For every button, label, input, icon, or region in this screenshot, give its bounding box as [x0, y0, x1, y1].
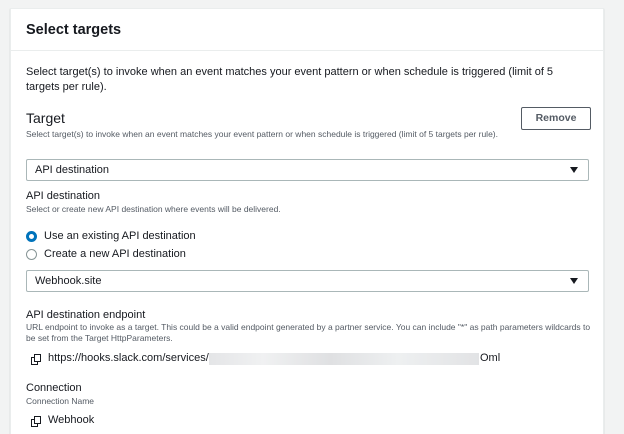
- copy-icon[interactable]: [31, 354, 42, 365]
- panel-title: Select targets: [26, 22, 122, 38]
- select-targets-panel: Select targets Select target(s) to invok…: [10, 8, 604, 434]
- api-destination-select[interactable]: Webhook.site: [26, 270, 589, 292]
- endpoint-url-row: https://hooks.slack.com/services/ Oml: [31, 352, 591, 366]
- endpoint-description: URL endpoint to invoke as a target. This…: [26, 322, 591, 343]
- caret-down-icon: [570, 167, 578, 173]
- caret-down-icon: [570, 278, 578, 284]
- panel-header: Select targets: [11, 9, 603, 51]
- endpoint-url-suffix: Oml: [480, 352, 501, 364]
- remove-button[interactable]: Remove: [521, 107, 591, 130]
- connection-sublabel: Connection Name: [26, 396, 95, 406]
- api-destination-value: Webhook.site: [35, 275, 102, 287]
- target-type-value: API destination: [35, 164, 109, 176]
- api-destination-description: Select or create new API destination whe…: [26, 204, 281, 214]
- endpoint-url-prefix: https://hooks.slack.com/services/: [48, 352, 209, 364]
- redacted-url-segment: [209, 353, 479, 365]
- connection-name: Webhook: [48, 414, 95, 426]
- connection-name-row: Webhook: [31, 414, 231, 428]
- panel-description: Select target(s) to invoke when an event…: [26, 66, 554, 93]
- endpoint-label: API destination endpoint: [26, 309, 146, 321]
- connection-label: Connection: [26, 382, 82, 394]
- radio-create-new-label: Create a new API destination: [44, 248, 186, 260]
- radio-use-existing-label: Use an existing API destination: [44, 230, 196, 242]
- target-type-select[interactable]: API destination: [26, 159, 589, 181]
- target-label: Target: [26, 110, 65, 126]
- api-destination-label: API destination: [26, 190, 100, 202]
- radio-button-checked[interactable]: [26, 231, 37, 242]
- radio-button-unchecked[interactable]: [26, 249, 37, 260]
- target-description: Select target(s) to invoke when an event…: [26, 129, 498, 139]
- copy-icon[interactable]: [31, 416, 42, 427]
